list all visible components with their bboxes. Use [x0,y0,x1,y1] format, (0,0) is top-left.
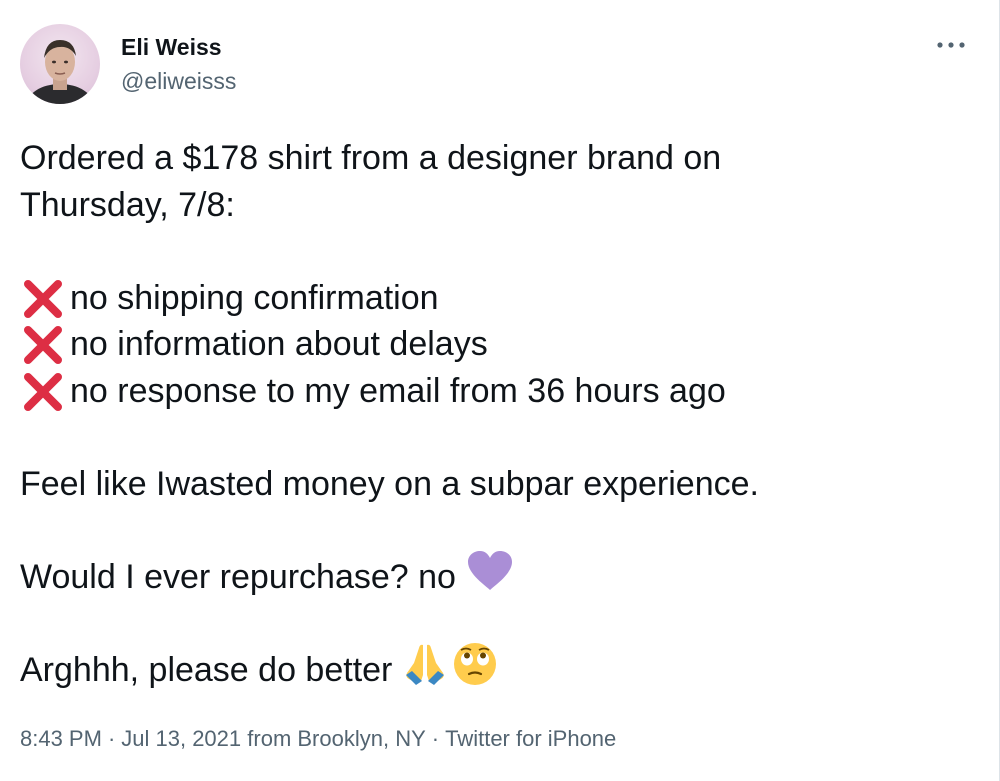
cross-mark-icon [20,275,70,322]
list-item: no shipping confirmation [20,275,970,322]
list-item: no response to my email from 36 hours ag… [20,368,970,415]
tweet-line: Feel like Iwasted money on a subpar expe… [20,464,759,503]
purple-heart-icon [466,550,514,605]
face-with-rolling-eyes-icon [452,641,498,700]
more-horizontal-icon [937,42,965,48]
tweet-line: Thursday, 7/8: [20,185,235,224]
separator: · [107,726,116,751]
list-item: no information about delays [20,321,970,368]
tweet-line-text: Arghhh, please do better [20,650,393,689]
more-options-button[interactable] [934,30,968,60]
tweet-text: Ordered a $178 shirt from a designer bra… [20,135,970,693]
tweet-meta: 8:43 PM · Jul 13, 2021 from Brooklyn, NY · T… [20,724,616,754]
list-item-text: no information about delays [70,325,488,363]
tweet-date-link[interactable]: Jul 13, 2021 [121,726,241,751]
separator: · [431,726,440,751]
tweet-time-link[interactable]: 8:43 PM [20,726,102,751]
list-item-text: no response to my email from 36 hours ag… [70,371,726,410]
tweet-card: Eli Weiss @eliweisss Ordered a $178 shir… [0,0,1000,781]
tweet-line: Would I ever repurchase? no [20,550,970,601]
tweet-location-link[interactable]: from Brooklyn, NY [247,726,426,751]
user-handle[interactable]: @eliweisss [121,67,236,95]
cross-mark-icon [20,321,70,368]
tweet-line-text: Would I ever repurchase? no [20,557,456,596]
user-name[interactable]: Eli Weiss [121,33,222,61]
list-item-text: no shipping confirmation [70,278,439,317]
cross-mark-icon [20,368,70,415]
avatar-image [26,40,94,104]
tweet-line: Ordered a $178 shirt from a designer bra… [20,139,722,177]
folded-hands-icon [402,641,448,700]
avatar[interactable] [20,24,100,104]
tweet-line: Arghhh, please do better [20,642,970,694]
tweet-source-link[interactable]: Twitter for iPhone [445,726,616,751]
